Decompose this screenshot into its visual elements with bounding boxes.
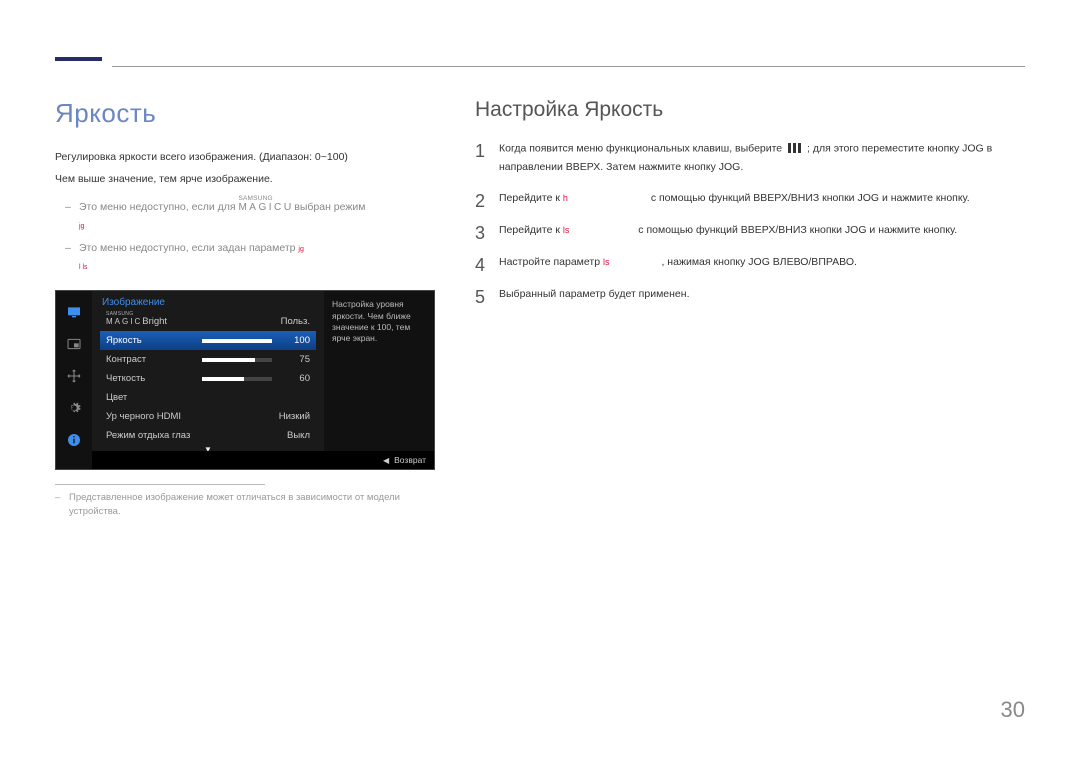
top-rule [112,66,1025,67]
sidebar-settings-icon[interactable] [63,397,85,419]
step-3: Перейдите к ls с помощью функций ВВЕРХ/В… [475,222,1025,240]
step-4: Настройте параметр ls, нажимая кнопку JO… [475,254,1025,272]
sidebar-info-icon[interactable] [63,429,85,451]
osd-row-hdmi-black[interactable]: Ур черного HDMI Низкий [100,407,316,426]
osd-row-magicbright[interactable]: SAMSUNG MAGIC Bright Польз. [100,312,316,331]
osd-row-color[interactable]: Цвет [100,388,316,407]
osd-sidebar [56,291,92,469]
osd-back-label[interactable]: Возврат [394,455,426,465]
footnote-divider [55,484,265,485]
osd-footer: ◀ Возврат [92,451,434,469]
step-2: Перейдите к h с помощью функций ВВЕРХ/ВН… [475,190,1025,208]
samsung-label: SAMSUNG [238,193,272,204]
footnote: Представленное изображение может отличат… [55,491,435,520]
osd-main: Изображение SAMSUNG MAGIC Bright Польз. … [92,291,324,451]
section-title-right: Настройка Яркость [475,98,1025,122]
note-1: Это меню недоступно, если для SAMSUNG MA… [65,199,435,235]
osd-row-contrast[interactable]: Контраст 75 [100,350,316,369]
osd-heading: Изображение [100,297,316,308]
step-5: Выбранный параметр будет применен. [475,286,1025,304]
note-2: Это меню недоступно, если задан параметр… [65,240,435,276]
page-number: 30 [1001,697,1025,723]
osd-row-eye-saver[interactable]: Режим отдыха глаз Выкл [100,426,316,445]
step-1: Когда появится меню функциональных клави… [475,140,1025,176]
back-triangle-icon: ◀ [383,456,389,465]
osd-row-brightness[interactable]: Яркость 100 [100,331,316,350]
section-title-left: Яркость [55,98,435,129]
steps-list: Когда появится меню функциональных клави… [475,140,1025,304]
intro-1: Регулировка яркости всего изображения. (… [55,149,435,167]
menu-icon [787,140,802,158]
intro-2: Чем выше значение, тем ярче изображение. [55,171,435,189]
osd-tooltip: Настройка уровня яркости. Чем ближе знач… [324,291,434,451]
osd-panel: Изображение SAMSUNG MAGIC Bright Польз. … [55,290,435,470]
sidebar-move-icon[interactable] [63,365,85,387]
chapter-bar [55,57,102,61]
osd-row-sharpness[interactable]: Четкость 60 [100,369,316,388]
sidebar-display-icon[interactable] [63,301,85,323]
sidebar-pip-icon[interactable] [63,333,85,355]
